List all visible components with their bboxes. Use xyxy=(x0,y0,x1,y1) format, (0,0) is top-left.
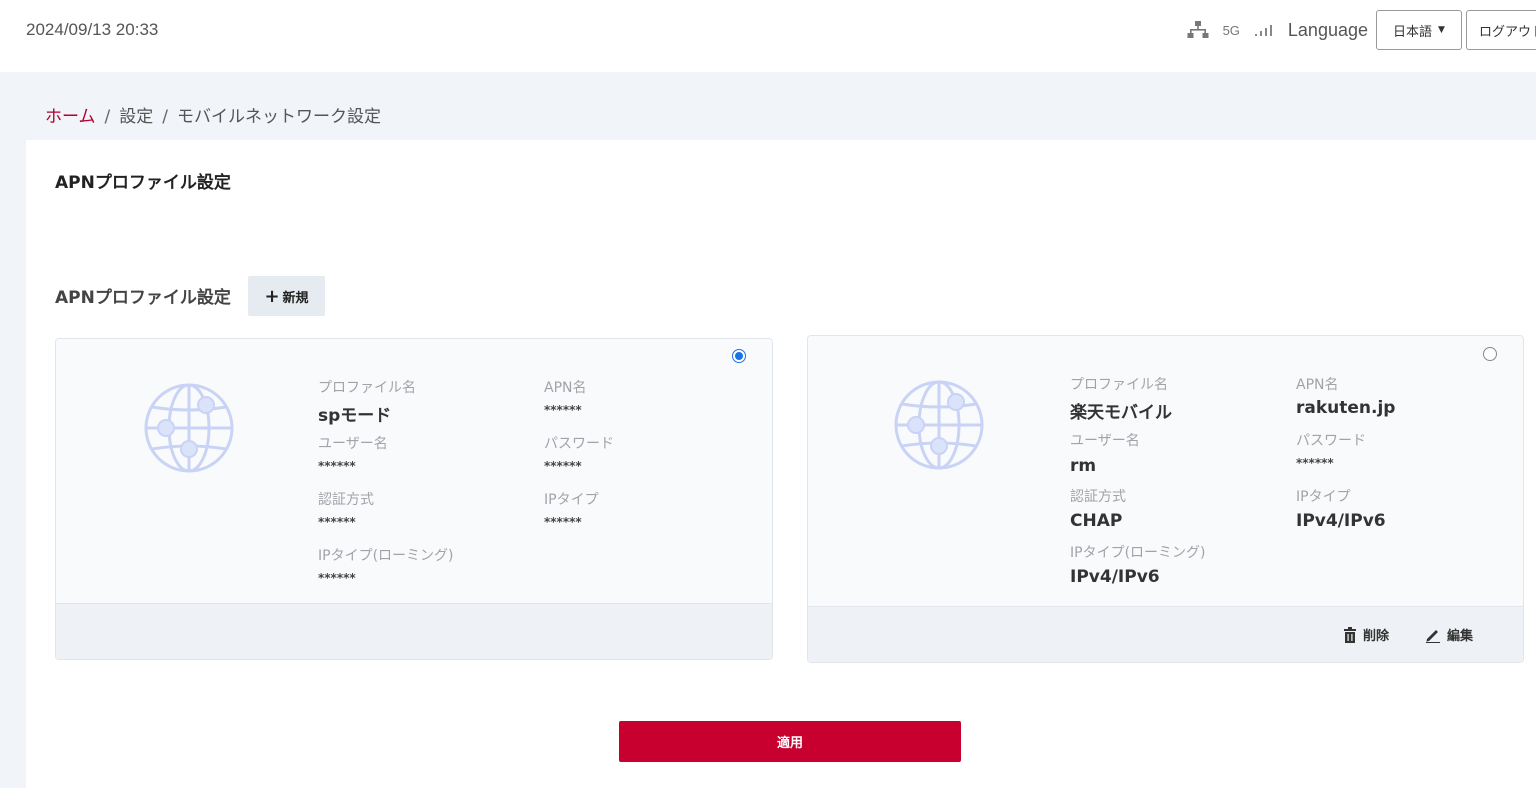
language-selected: 日本語 xyxy=(1393,24,1433,40)
ip-roaming-label: IPタイプ(ローミング) xyxy=(1070,545,1206,561)
auth-label: 認証方式 xyxy=(318,492,374,508)
top-bar: 2024/09/13 20:33 5G Language 日本語 ▼ ログアウト xyxy=(0,0,1536,72)
profile-name-value: 楽天モバイル xyxy=(1070,403,1172,423)
apply-button[interactable]: 適用 xyxy=(619,721,961,762)
delete-button[interactable]: 削除 xyxy=(1343,625,1389,644)
trash-icon xyxy=(1344,626,1356,643)
ip-roaming-value: IPv4/IPv6 xyxy=(1070,567,1160,587)
apply-label: 適用 xyxy=(776,736,803,751)
status-area: 5G Language 日本語 ▼ ログアウト xyxy=(1187,9,1536,51)
user-value: rm xyxy=(1070,456,1097,476)
auth-value: ****** xyxy=(318,515,356,529)
user-value: ****** xyxy=(318,459,356,473)
auth-value: CHAP xyxy=(1070,511,1123,531)
profile-name-value: spモード xyxy=(318,406,392,426)
new-button-label: 新規 xyxy=(282,290,309,306)
apn-value: rakuten.jp xyxy=(1296,398,1396,418)
new-profile-button[interactable]: + 新規 xyxy=(248,276,325,316)
password-value: ****** xyxy=(544,459,582,473)
password-value: ****** xyxy=(1296,456,1334,470)
ip-type-value: IPv4/IPv6 xyxy=(1296,511,1386,531)
ip-type-value: ****** xyxy=(544,515,582,529)
ip-roaming-label: IPタイプ(ローミング) xyxy=(318,548,454,564)
apn-profile-card[interactable]: プロファイル名 spモード APN名 ****** ユーザー名 ****** パ… xyxy=(55,338,773,660)
section-title: APNプロファイル設定 xyxy=(55,288,231,308)
breadcrumb: ホーム / 設定 / モバイルネットワーク設定 xyxy=(45,102,381,127)
plus-icon: + xyxy=(264,285,280,307)
breadcrumb-current: モバイルネットワーク設定 xyxy=(176,107,381,127)
breadcrumb-home[interactable]: ホーム xyxy=(45,107,96,127)
profile-select-radio[interactable] xyxy=(1483,347,1497,361)
profile-name-label: プロファイル名 xyxy=(318,380,416,396)
breadcrumb-separator: / xyxy=(162,107,168,127)
user-label: ユーザー名 xyxy=(318,436,388,452)
user-label: ユーザー名 xyxy=(1070,433,1140,449)
apn-profile-card[interactable]: プロファイル名 楽天モバイル APN名 rakuten.jp ユーザー名 rm … xyxy=(807,335,1524,663)
breadcrumb-settings[interactable]: 設定 xyxy=(119,107,153,127)
card-footer xyxy=(56,603,772,659)
globe-icon xyxy=(894,380,984,470)
network-type-label: 5G xyxy=(1222,22,1240,38)
edit-label: 編集 xyxy=(1447,629,1474,644)
profile-select-radio[interactable] xyxy=(732,349,746,363)
datetime: 2024/09/13 20:33 xyxy=(26,20,159,39)
apn-label: APN名 xyxy=(544,380,587,396)
profile-name-label: プロファイル名 xyxy=(1070,377,1168,393)
logout-button[interactable]: ログアウト xyxy=(1466,10,1536,50)
language-label: Language xyxy=(1287,19,1368,40)
globe-icon xyxy=(144,383,234,473)
signal-strength-icon xyxy=(1254,25,1272,36)
caret-down-icon: ▼ xyxy=(1438,25,1445,35)
logout-label: ログアウト xyxy=(1479,24,1536,40)
apn-value: ****** xyxy=(544,403,582,417)
network-icon xyxy=(1187,21,1209,38)
auth-label: 認証方式 xyxy=(1070,489,1126,505)
edit-button[interactable]: 編集 xyxy=(1425,625,1473,644)
password-label: パスワード xyxy=(544,436,614,452)
ip-type-label: IPタイプ xyxy=(1296,489,1351,505)
ip-roaming-value: ****** xyxy=(318,571,356,585)
ip-type-label: IPタイプ xyxy=(544,492,599,508)
pencil-icon xyxy=(1426,629,1440,643)
apn-label: APN名 xyxy=(1296,377,1339,393)
delete-label: 削除 xyxy=(1363,629,1390,644)
password-label: パスワード xyxy=(1296,433,1366,449)
page-title: APNプロファイル設定 xyxy=(55,173,231,193)
breadcrumb-separator: / xyxy=(104,107,111,127)
language-dropdown[interactable]: 日本語 ▼ xyxy=(1376,10,1462,50)
card-footer: 削除 編集 xyxy=(808,606,1523,662)
